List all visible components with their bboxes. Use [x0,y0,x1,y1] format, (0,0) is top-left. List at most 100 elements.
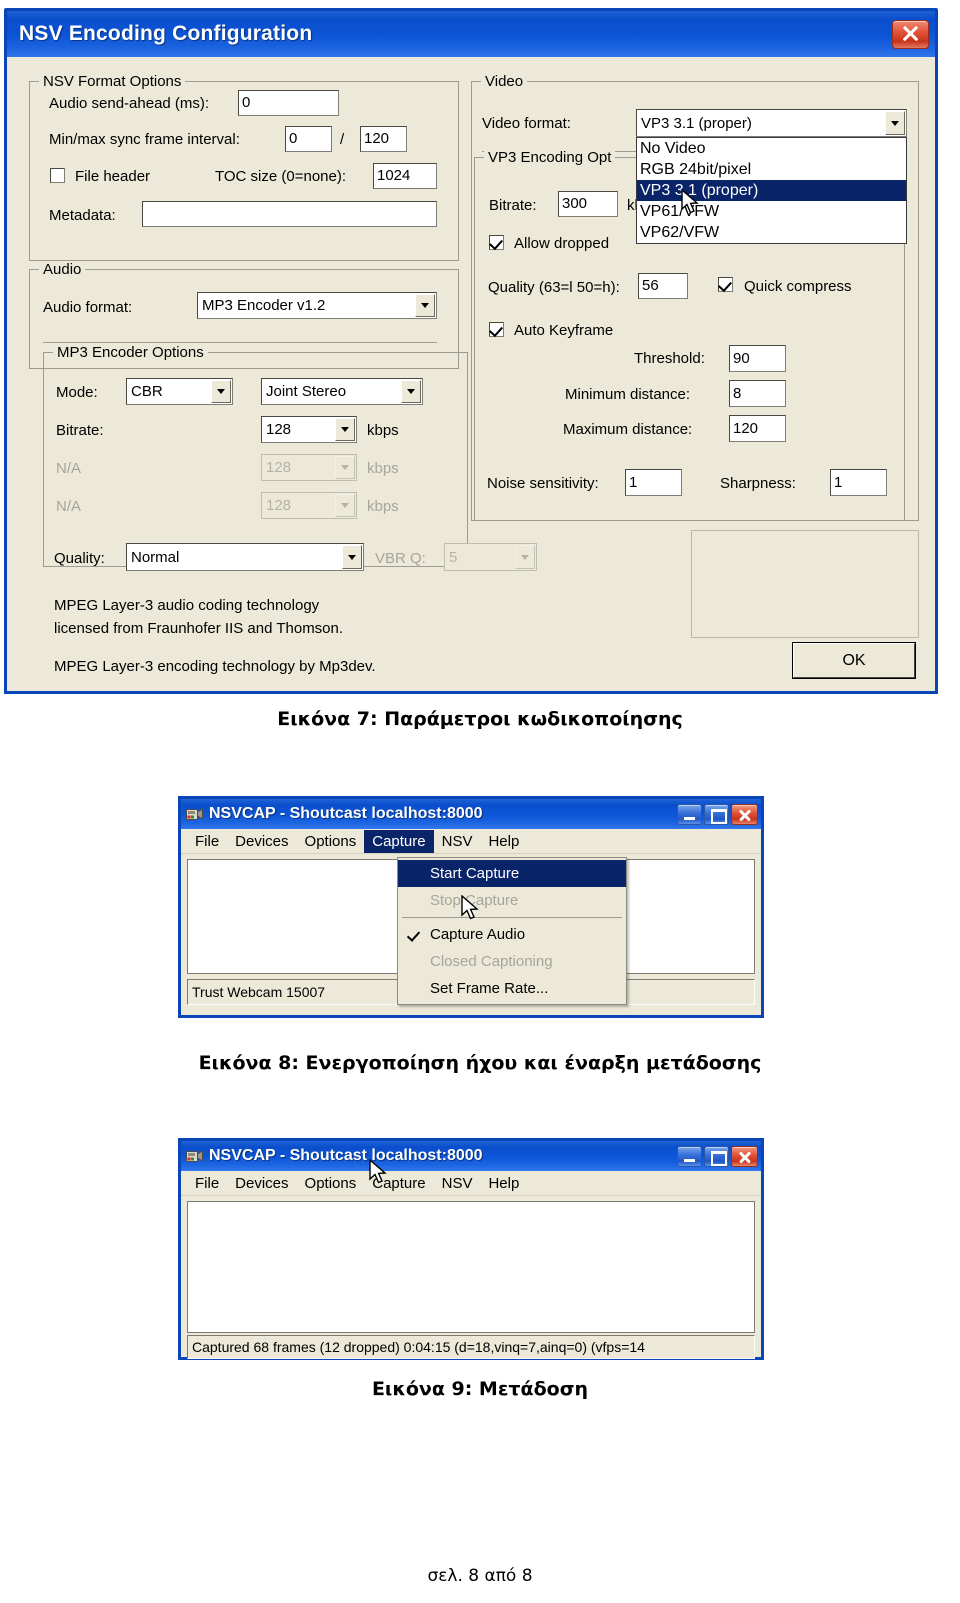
mp3-channel-mode-combo[interactable]: Joint Stereo [261,378,423,405]
maximum-distance-input[interactable]: 120 [729,415,786,442]
chevron-down-icon[interactable] [342,545,362,569]
nsvcap-title-figure8: NSVCAP - Shoutcast localhost:8000 [209,805,483,822]
sharpness-label: Sharpness: [720,475,796,492]
audio-sendahead-input[interactable]: 0 [238,90,339,116]
minimum-distance-input[interactable]: 8 [729,380,786,407]
video-format-combo[interactable]: VP3 3.1 (proper) [636,109,907,137]
chevron-down-icon[interactable] [335,418,355,441]
nsvcap-menubar-figure8[interactable]: File Devices Options Capture NSV Help [181,829,761,854]
noise-sensitivity-label: Noise sensitivity: [487,475,599,492]
minimize-icon[interactable] [677,1145,702,1167]
menu-separator [402,917,622,918]
menu-item-devices[interactable]: Devices [227,1172,296,1195]
vp3-bitrate-input[interactable]: 300 [558,191,618,217]
nsvcap-titlebar-figure8[interactable]: NSVCAP - Shoutcast localhost:8000 [181,799,761,829]
menu-item-file[interactable]: File [187,830,227,853]
maximize-icon[interactable] [704,1145,729,1167]
mp3-quality-combo[interactable]: Normal [126,543,364,571]
mp3-channel-mode-value: Joint Stereo [266,383,347,400]
capture-context-menu[interactable]: Start Capture Stop Capture Capture Audio… [397,857,627,1005]
camera-icon [186,1149,203,1164]
figure8-caption: Εικόνα 8: Ενεργοποίηση ήχου και έναρξη μ… [198,1052,762,1074]
metadata-label: Metadata: [49,207,116,224]
mp3-na1-label: N/A [56,460,82,477]
auto-keyframe-checkbox[interactable] [489,322,504,337]
chevron-down-icon[interactable] [211,380,231,403]
nsvcap-menubar-figure9[interactable]: File Devices Options Capture NSV Help [181,1171,761,1196]
menu-item-nsv[interactable]: NSV [434,1172,481,1195]
menu-capture-audio[interactable]: Capture Audio [398,921,626,948]
chevron-down-icon[interactable] [401,380,421,403]
mp3-bitrate-combo[interactable]: 128 [261,416,357,443]
mp3-na1-combo: 128 [261,454,357,481]
mp3-mode-combo[interactable]: CBR [126,378,233,405]
dropdown-option-1[interactable]: RGB 24bit/pixel [637,159,906,180]
threshold-input[interactable]: 90 [729,345,786,372]
file-header-checkbox[interactable] [50,168,65,183]
audio-group-title: Audio [39,261,86,278]
mp3-legal-line2: licensed from Fraunhofer IIS and Thomson… [54,620,344,637]
ok-button[interactable]: OK [792,642,916,679]
menu-item-options[interactable]: Options [297,830,365,853]
audio-format-label: Audio format: [43,299,133,316]
nsvcap-statusbar-figure9: Captured 68 frames (12 dropped) 0:04:15 … [187,1335,755,1359]
close-icon[interactable] [892,19,929,49]
nsvcap-window-figure8: NSVCAP - Shoutcast localhost:8000 File D… [178,796,764,1018]
dropdown-option-0[interactable]: No Video [637,138,906,159]
dropdown-option-2[interactable]: VP3 3.1 (proper) [637,180,906,201]
close-icon[interactable] [731,1145,758,1167]
menu-item-capture[interactable]: Capture [364,829,434,853]
video-group-title: Video [481,73,528,90]
audio-format-value: MP3 Encoder v1.2 [202,297,326,314]
vp3-quality-input[interactable]: 56 [638,273,688,299]
menu-set-frame-rate[interactable]: Set Frame Rate... [398,975,626,1002]
chevron-down-icon[interactable] [415,294,435,317]
mp3-legal-line3: MPEG Layer-3 encoding technology by Mp3d… [54,658,376,675]
mp3-mode-label: Mode: [56,384,98,401]
vp3-quality-label: Quality (63=l 50=h): [488,279,620,296]
video-format-label: Video format: [482,115,571,132]
mp3-mode-value: CBR [131,383,163,400]
minimum-distance-label: Minimum distance: [565,386,691,403]
quick-compress-checkbox[interactable] [718,277,733,292]
menu-closed-captioning: Closed Captioning [430,953,553,970]
menu-item-capture[interactable]: Capture [364,1172,433,1195]
menu-start-capture[interactable]: Start Capture [398,860,626,887]
nsv-dialog-title: NSV Encoding Configuration [19,22,313,45]
menu-item-help[interactable]: Help [480,1172,527,1195]
minimize-icon[interactable] [677,803,702,825]
menu-item-options[interactable]: Options [297,1172,365,1195]
menu-item-devices[interactable]: Devices [227,830,296,853]
mp3-na2-combo: 128 [261,492,357,519]
dropdown-option-3[interactable]: VP61/VFW [637,201,906,222]
menu-item-nsv[interactable]: NSV [434,830,481,853]
audio-format-combo[interactable]: MP3 Encoder v1.2 [197,292,437,319]
window-controls-figure8 [677,803,758,825]
sharpness-input[interactable]: 1 [830,469,887,496]
menu-item-file[interactable]: File [187,1172,227,1195]
dropdown-option-4[interactable]: VP62/VFW [637,222,906,243]
mp3-bitrate-value: 128 [266,421,292,438]
allow-dropped-checkbox[interactable] [489,235,504,250]
chevron-down-icon[interactable] [885,111,905,135]
nsvcap-title-figure9: NSVCAP - Shoutcast localhost:8000 [209,1147,483,1164]
mp3-encoder-options-title: MP3 Encoder Options [53,344,208,361]
toc-size-input[interactable]: 1024 [373,163,437,189]
menu-item-help[interactable]: Help [480,830,527,853]
sync-frame-separator: / [340,131,345,148]
maximize-icon[interactable] [704,803,729,825]
sync-frame-max-input[interactable]: 120 [360,126,407,152]
metadata-input[interactable] [142,201,437,227]
vp3-bitrate-label: Bitrate: [489,197,537,214]
mp3-quality-label: Quality: [54,550,105,567]
nsv-dialog-titlebar[interactable]: NSV Encoding Configuration [7,11,935,57]
sync-frame-min-input[interactable]: 0 [285,126,332,152]
nsvcap-titlebar-figure9[interactable]: NSVCAP - Shoutcast localhost:8000 [181,1141,761,1171]
video-format-dropdown-list[interactable]: No Video RGB 24bit/pixel VP3 3.1 (proper… [636,137,907,244]
mp3-na2-label: N/A [56,498,82,515]
noise-sensitivity-input[interactable]: 1 [625,469,682,496]
close-icon[interactable] [731,803,758,825]
nsvcap-window-figure9: NSVCAP - Shoutcast localhost:8000 File D… [178,1138,764,1360]
chevron-down-icon [335,494,355,517]
vbrq-label: VBR Q: [375,550,426,567]
